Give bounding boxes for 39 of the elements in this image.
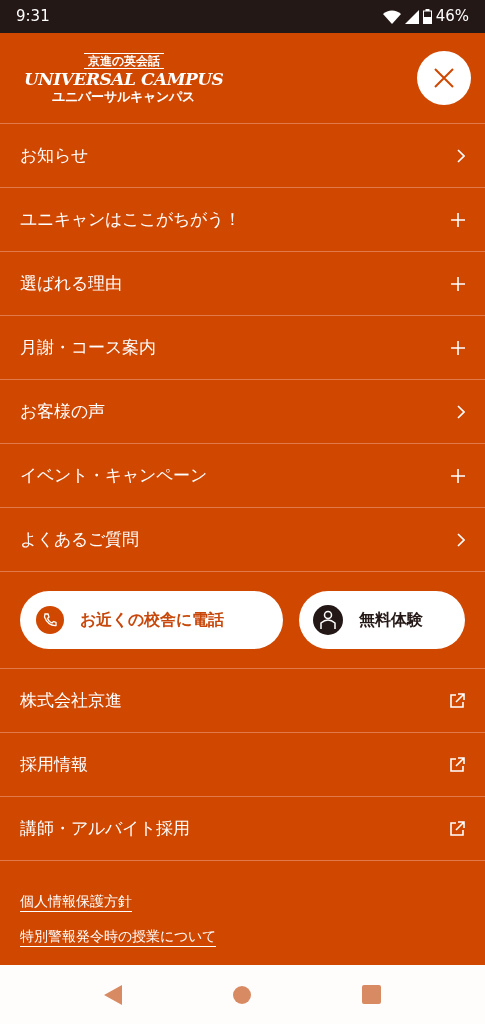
plus-icon <box>451 212 465 227</box>
external-link-icon <box>449 692 465 709</box>
menu-item[interactable]: お客様の声 <box>0 380 485 444</box>
external-link[interactable]: 講師・アルバイト採用 <box>0 797 485 861</box>
plus-icon <box>451 276 465 291</box>
external-link[interactable]: 採用情報 <box>0 733 485 797</box>
wifi-icon <box>382 9 401 24</box>
home-icon <box>233 985 251 1004</box>
footer-link[interactable]: 特別警報発令時の授業について <box>20 926 216 947</box>
phone-icon <box>36 606 64 634</box>
external-link-icon <box>449 820 465 837</box>
plus-icon <box>451 340 465 355</box>
chevron-right-icon <box>457 404 465 419</box>
menu-item[interactable]: 月謝・コース案内 <box>0 316 485 380</box>
close-icon <box>434 68 454 88</box>
menu-item[interactable]: 選ばれる理由 <box>0 252 485 316</box>
plus-icon <box>451 468 465 483</box>
call-button[interactable]: お近くの校舎に電話 <box>20 591 283 649</box>
chevron-right-icon <box>457 532 465 547</box>
close-button[interactable] <box>417 51 471 105</box>
external-link-icon <box>449 756 465 773</box>
signal-icon <box>404 9 419 24</box>
footer-link[interactable]: 個人情報保護方針 <box>20 891 132 912</box>
back-icon <box>103 984 122 1005</box>
logo-tagline: 京進の英会話 <box>83 52 164 69</box>
person-icon <box>312 605 343 635</box>
menu-item[interactable]: イベント・キャンペーン <box>0 444 485 508</box>
logo-wordmark: UNIVERSAL CAMPUS <box>24 68 224 89</box>
clock: 9:31 <box>16 6 50 28</box>
battery-icon <box>422 9 432 24</box>
battery-level: 46% <box>435 6 469 28</box>
recents-icon <box>362 985 382 1004</box>
chevron-right-icon <box>457 148 465 163</box>
free-trial-button[interactable]: 無料体験 <box>298 591 465 649</box>
menu-item[interactable]: お知らせ <box>0 124 485 188</box>
menu-item[interactable]: よくあるご質問 <box>0 508 485 572</box>
external-link[interactable]: 株式会社京進 <box>0 669 485 733</box>
logo-subtitle: ユニバーサルキャンパス <box>52 88 196 104</box>
menu-item[interactable]: ユニキャンはここがちがう！ <box>0 188 485 252</box>
